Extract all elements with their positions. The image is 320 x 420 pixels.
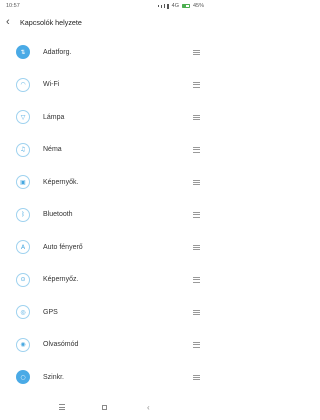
toggle-label: Néma	[43, 146, 62, 154]
toggle-label: Wi-Fi	[43, 81, 60, 89]
toggle-row[interactable]: A Auto fényerő	[0, 231, 210, 264]
toggle-label: Lámpa	[43, 113, 65, 121]
signal-icon	[157, 3, 169, 9]
menu-icon[interactable]	[56, 404, 68, 410]
toggle-label: Auto fényerő	[43, 243, 83, 251]
drag-handle-icon[interactable]	[193, 212, 200, 218]
toggle-row[interactable]: ▣ Képernyők.	[0, 166, 210, 199]
mute-icon: ♫	[16, 142, 30, 157]
drag-handle-icon[interactable]	[193, 309, 200, 315]
home-icon[interactable]	[99, 404, 111, 410]
drag-handle-icon[interactable]	[193, 179, 200, 185]
toggle-row[interactable]: ◎ GPS	[0, 296, 210, 329]
drag-handle-icon[interactable]	[193, 277, 200, 283]
toggle-list: ⇅ Adatforg. ◠ Wi-Fi ▽ Lámpa ♫ Néma ▣ Képernyők. ᛒ B…	[0, 36, 210, 394]
drag-handle-icon[interactable]	[193, 147, 200, 153]
drag-handle-icon[interactable]	[193, 374, 200, 380]
status-indicators: 4G 45%	[157, 3, 204, 9]
drag-handle-icon[interactable]	[193, 49, 200, 55]
screenshot-icon: ▣	[16, 175, 30, 190]
status-bar: 10:57 4G 45%	[0, 0, 210, 12]
navigation-bar: ‹	[0, 394, 210, 420]
toggle-row[interactable]: ◉ Olvasómód	[0, 329, 210, 362]
data-transfer-icon: ⇅	[16, 45, 30, 60]
toggle-row[interactable]: ♫ Néma	[0, 134, 210, 167]
toggle-row[interactable]: ◠ Wi-Fi	[0, 69, 210, 102]
wifi-icon: ◠	[16, 77, 30, 92]
title-bar: ‹ Kapcsolók helyzete	[0, 12, 210, 32]
network-type: 4G	[171, 3, 179, 9]
drag-handle-icon[interactable]	[193, 244, 200, 250]
sync-icon: ○	[16, 370, 30, 385]
toggle-row[interactable]: ⊙ Képernyőz.	[0, 264, 210, 297]
toggle-label: Képernyők.	[43, 178, 79, 186]
gps-icon: ◎	[16, 305, 30, 320]
drag-handle-icon[interactable]	[193, 342, 200, 348]
page-title: Kapcsolók helyzete	[20, 17, 82, 27]
toggle-label: Olvasómód	[43, 341, 79, 349]
back-icon[interactable]: ‹	[142, 403, 154, 412]
battery-icon	[181, 4, 190, 8]
toggle-row[interactable]: ○ Szinkr.	[0, 361, 210, 394]
toggle-label: Bluetooth	[43, 211, 73, 219]
toggle-label: Szinkr.	[43, 373, 65, 381]
toggle-label: Képernyőz.	[43, 276, 79, 284]
chevron-left-icon[interactable]: ‹	[6, 16, 14, 28]
drag-handle-icon[interactable]	[193, 114, 200, 120]
toggle-label: Adatforg.	[43, 48, 72, 56]
flashlight-icon: ▽	[16, 110, 30, 125]
status-time: 10:57	[6, 3, 20, 9]
screen-lock-icon: ⊙	[16, 272, 30, 287]
bluetooth-icon: ᛒ	[16, 207, 30, 222]
toggle-row[interactable]: ⇅ Adatforg.	[0, 36, 210, 69]
drag-handle-icon[interactable]	[193, 82, 200, 88]
toggle-label: GPS	[43, 308, 58, 316]
toggle-row[interactable]: ᛒ Bluetooth	[0, 199, 210, 232]
battery-level: 45%	[192, 3, 204, 9]
auto-brightness-icon: A	[16, 240, 30, 255]
reading-mode-icon: ◉	[16, 337, 30, 352]
toggle-row[interactable]: ▽ Lámpa	[0, 101, 210, 134]
